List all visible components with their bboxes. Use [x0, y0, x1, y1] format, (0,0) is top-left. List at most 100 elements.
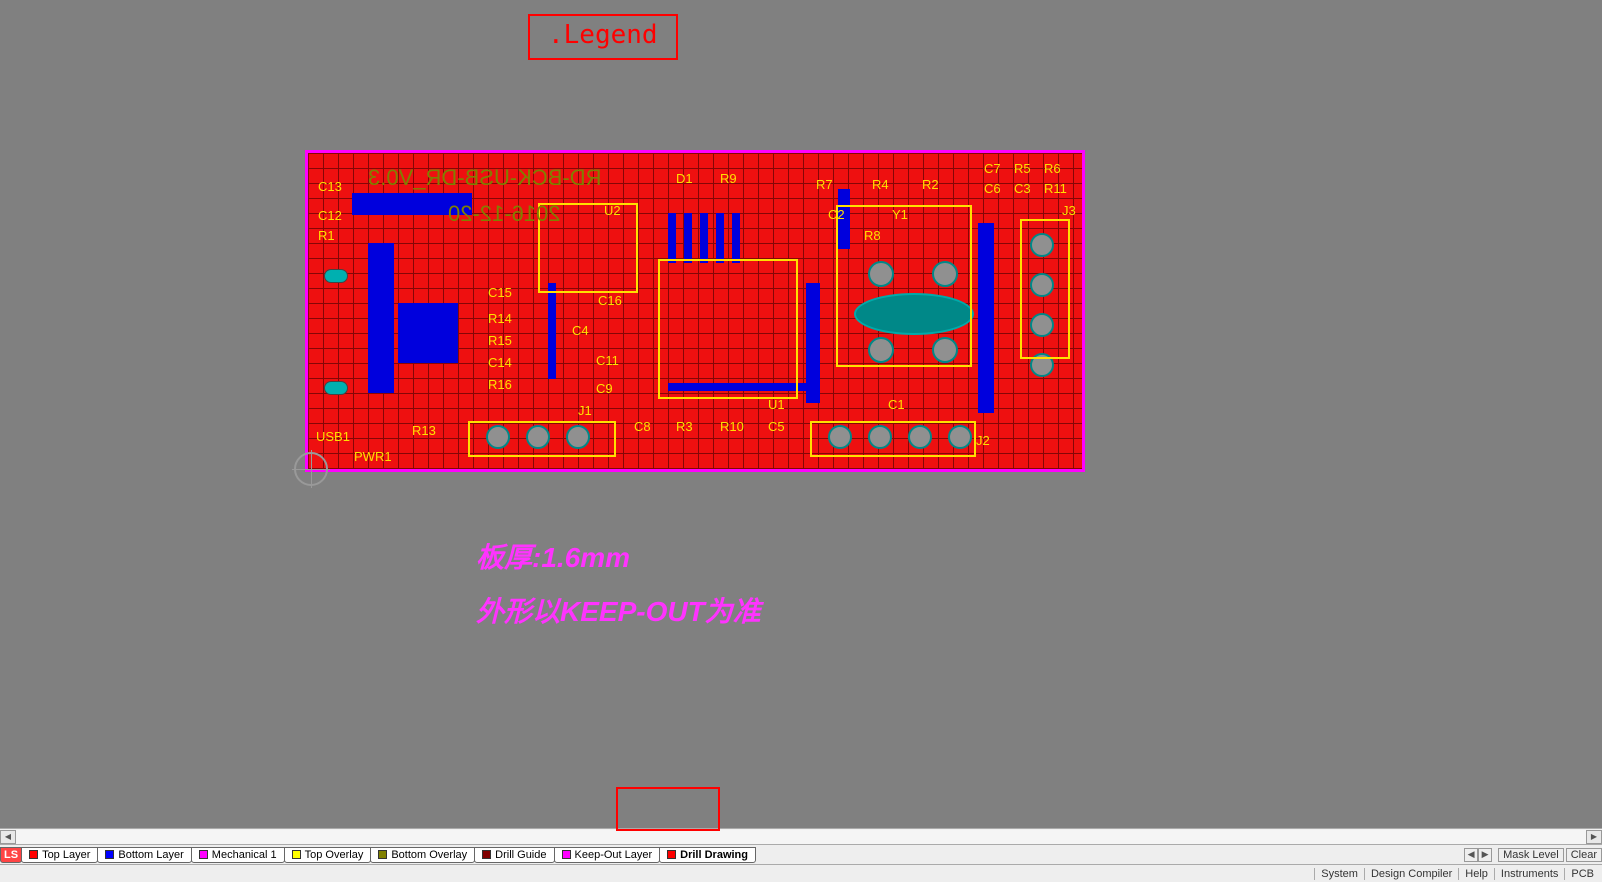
pcb-board[interactable]: RD-BCK-USB-DR_V0.3 2016-12-20 C13 C12 R1… [305, 150, 1085, 472]
trace [732, 213, 740, 263]
tab-prev-icon[interactable]: ◀ [1464, 848, 1478, 862]
tab-bottom-overlay[interactable]: Bottom Overlay [370, 847, 475, 863]
ref-u2: U2 [604, 203, 621, 218]
tab-label: Top Overlay [305, 849, 364, 861]
tab-label: Mechanical 1 [212, 849, 277, 861]
trace [368, 243, 394, 393]
trace [978, 223, 994, 413]
status-instruments[interactable]: Instruments [1494, 868, 1564, 880]
ref-r9: R9 [720, 171, 737, 186]
tab-highlight [616, 787, 720, 831]
swatch-icon [667, 850, 676, 859]
swatch-icon [562, 850, 571, 859]
ref-c15: C15 [488, 285, 512, 300]
ref-c2: C2 [828, 207, 845, 222]
u1-outline [658, 259, 798, 399]
ref-usb1: USB1 [316, 429, 350, 444]
ref-y1: Y1 [892, 207, 908, 222]
j3-outline [1020, 219, 1070, 359]
swatch-icon [482, 850, 491, 859]
ref-c12: C12 [318, 208, 342, 223]
status-design-compiler[interactable]: Design Compiler [1364, 868, 1458, 880]
ref-c4: C4 [572, 323, 589, 338]
tab-label: Bottom Layer [118, 849, 183, 861]
tab-top-overlay[interactable]: Top Overlay [284, 847, 372, 863]
tab-nav: ◀ ▶ [1464, 848, 1492, 862]
j2-outline [810, 421, 976, 457]
ref-r13: R13 [412, 423, 436, 438]
trace [668, 213, 676, 263]
annot-thickness: 板厚:1.6mm [476, 536, 630, 576]
trace [716, 213, 724, 263]
ref-r11: R11 [1044, 181, 1067, 196]
ref-r5: R5 [1014, 161, 1031, 176]
ref-r8: R8 [864, 228, 881, 243]
tab-mechanical-1[interactable]: Mechanical 1 [191, 847, 285, 863]
mask-label: Mask Level [1498, 848, 1564, 862]
ref-u1: U1 [768, 397, 785, 412]
trace [806, 283, 820, 403]
trace [398, 303, 458, 363]
status-help[interactable]: Help [1458, 868, 1494, 880]
y1-outline [836, 205, 972, 367]
ref-r16: R16 [488, 377, 512, 392]
ref-c14: C14 [488, 355, 512, 370]
tab-bottom-layer[interactable]: Bottom Layer [97, 847, 191, 863]
scroll-right-icon[interactable]: ▶ [1586, 830, 1602, 844]
tab-keep-out[interactable]: Keep-Out Layer [554, 847, 661, 863]
scroll-track[interactable] [16, 830, 1586, 844]
ref-c5: C5 [768, 419, 785, 434]
silk-title: RD-BCK-USB-DR_V0.3 [368, 165, 602, 191]
trace [684, 213, 692, 263]
clear-button[interactable]: Clear [1566, 848, 1602, 862]
swatch-icon [378, 850, 387, 859]
status-pcb[interactable]: PCB [1564, 868, 1600, 880]
ref-j1: J1 [578, 403, 592, 418]
tab-drill-drawing[interactable]: Drill Drawing [659, 847, 756, 863]
tab-drill-guide[interactable]: Drill Guide [474, 847, 554, 863]
ref-r3: R3 [676, 419, 693, 434]
ref-r6: R6 [1044, 161, 1061, 176]
layer-tab-bar: LS Top Layer Bottom Layer Mechanical 1 T… [0, 844, 1602, 864]
tab-next-icon[interactable]: ▶ [1478, 848, 1492, 862]
ref-c16: C16 [598, 293, 622, 308]
ref-c11: C11 [596, 353, 619, 368]
status-system[interactable]: System [1314, 868, 1364, 880]
usb-pad [324, 269, 348, 283]
usb-pad [324, 381, 348, 395]
ref-c1: C1 [888, 397, 905, 412]
ref-d1: D1 [676, 171, 693, 186]
legend-label: .Legend [528, 14, 678, 60]
ref-c9: C9 [596, 381, 613, 396]
scroll-left-icon[interactable]: ◀ [0, 830, 16, 844]
ref-c13: C13 [318, 179, 342, 194]
ref-r4: R4 [872, 177, 889, 192]
ref-r10: R10 [720, 419, 744, 434]
tab-label: Drill Guide [495, 849, 546, 861]
j1-outline [468, 421, 616, 457]
ref-r15: R15 [488, 333, 512, 348]
tab-ls[interactable]: LS [0, 847, 22, 863]
swatch-icon [292, 850, 301, 859]
pcb-canvas[interactable]: .Legend RD-BCK-USB-DR_V0.3 2016-12-20 C1… [0, 0, 1602, 828]
ref-j2: J2 [976, 433, 990, 448]
h-scrollbar[interactable]: ◀ ▶ [0, 828, 1602, 844]
tab-label: Drill Drawing [680, 849, 748, 861]
tab-top-layer[interactable]: Top Layer [21, 847, 98, 863]
ref-r14: R14 [488, 311, 512, 326]
tab-label: Top Layer [42, 849, 90, 861]
ref-r1: R1 [318, 228, 335, 243]
trace [700, 213, 708, 263]
origin-marker [294, 452, 328, 486]
swatch-icon [105, 850, 114, 859]
tab-label: Keep-Out Layer [575, 849, 653, 861]
ref-c3: C3 [1014, 181, 1031, 196]
ref-pwr1: PWR1 [354, 449, 392, 464]
swatch-icon [29, 850, 38, 859]
swatch-icon [199, 850, 208, 859]
ref-r2: R2 [922, 177, 939, 192]
trace [548, 283, 556, 379]
mask-level: Mask Level Clear [1496, 848, 1602, 862]
ref-r7: R7 [816, 177, 833, 192]
status-bar: System Design Compiler Help Instruments … [0, 864, 1602, 882]
